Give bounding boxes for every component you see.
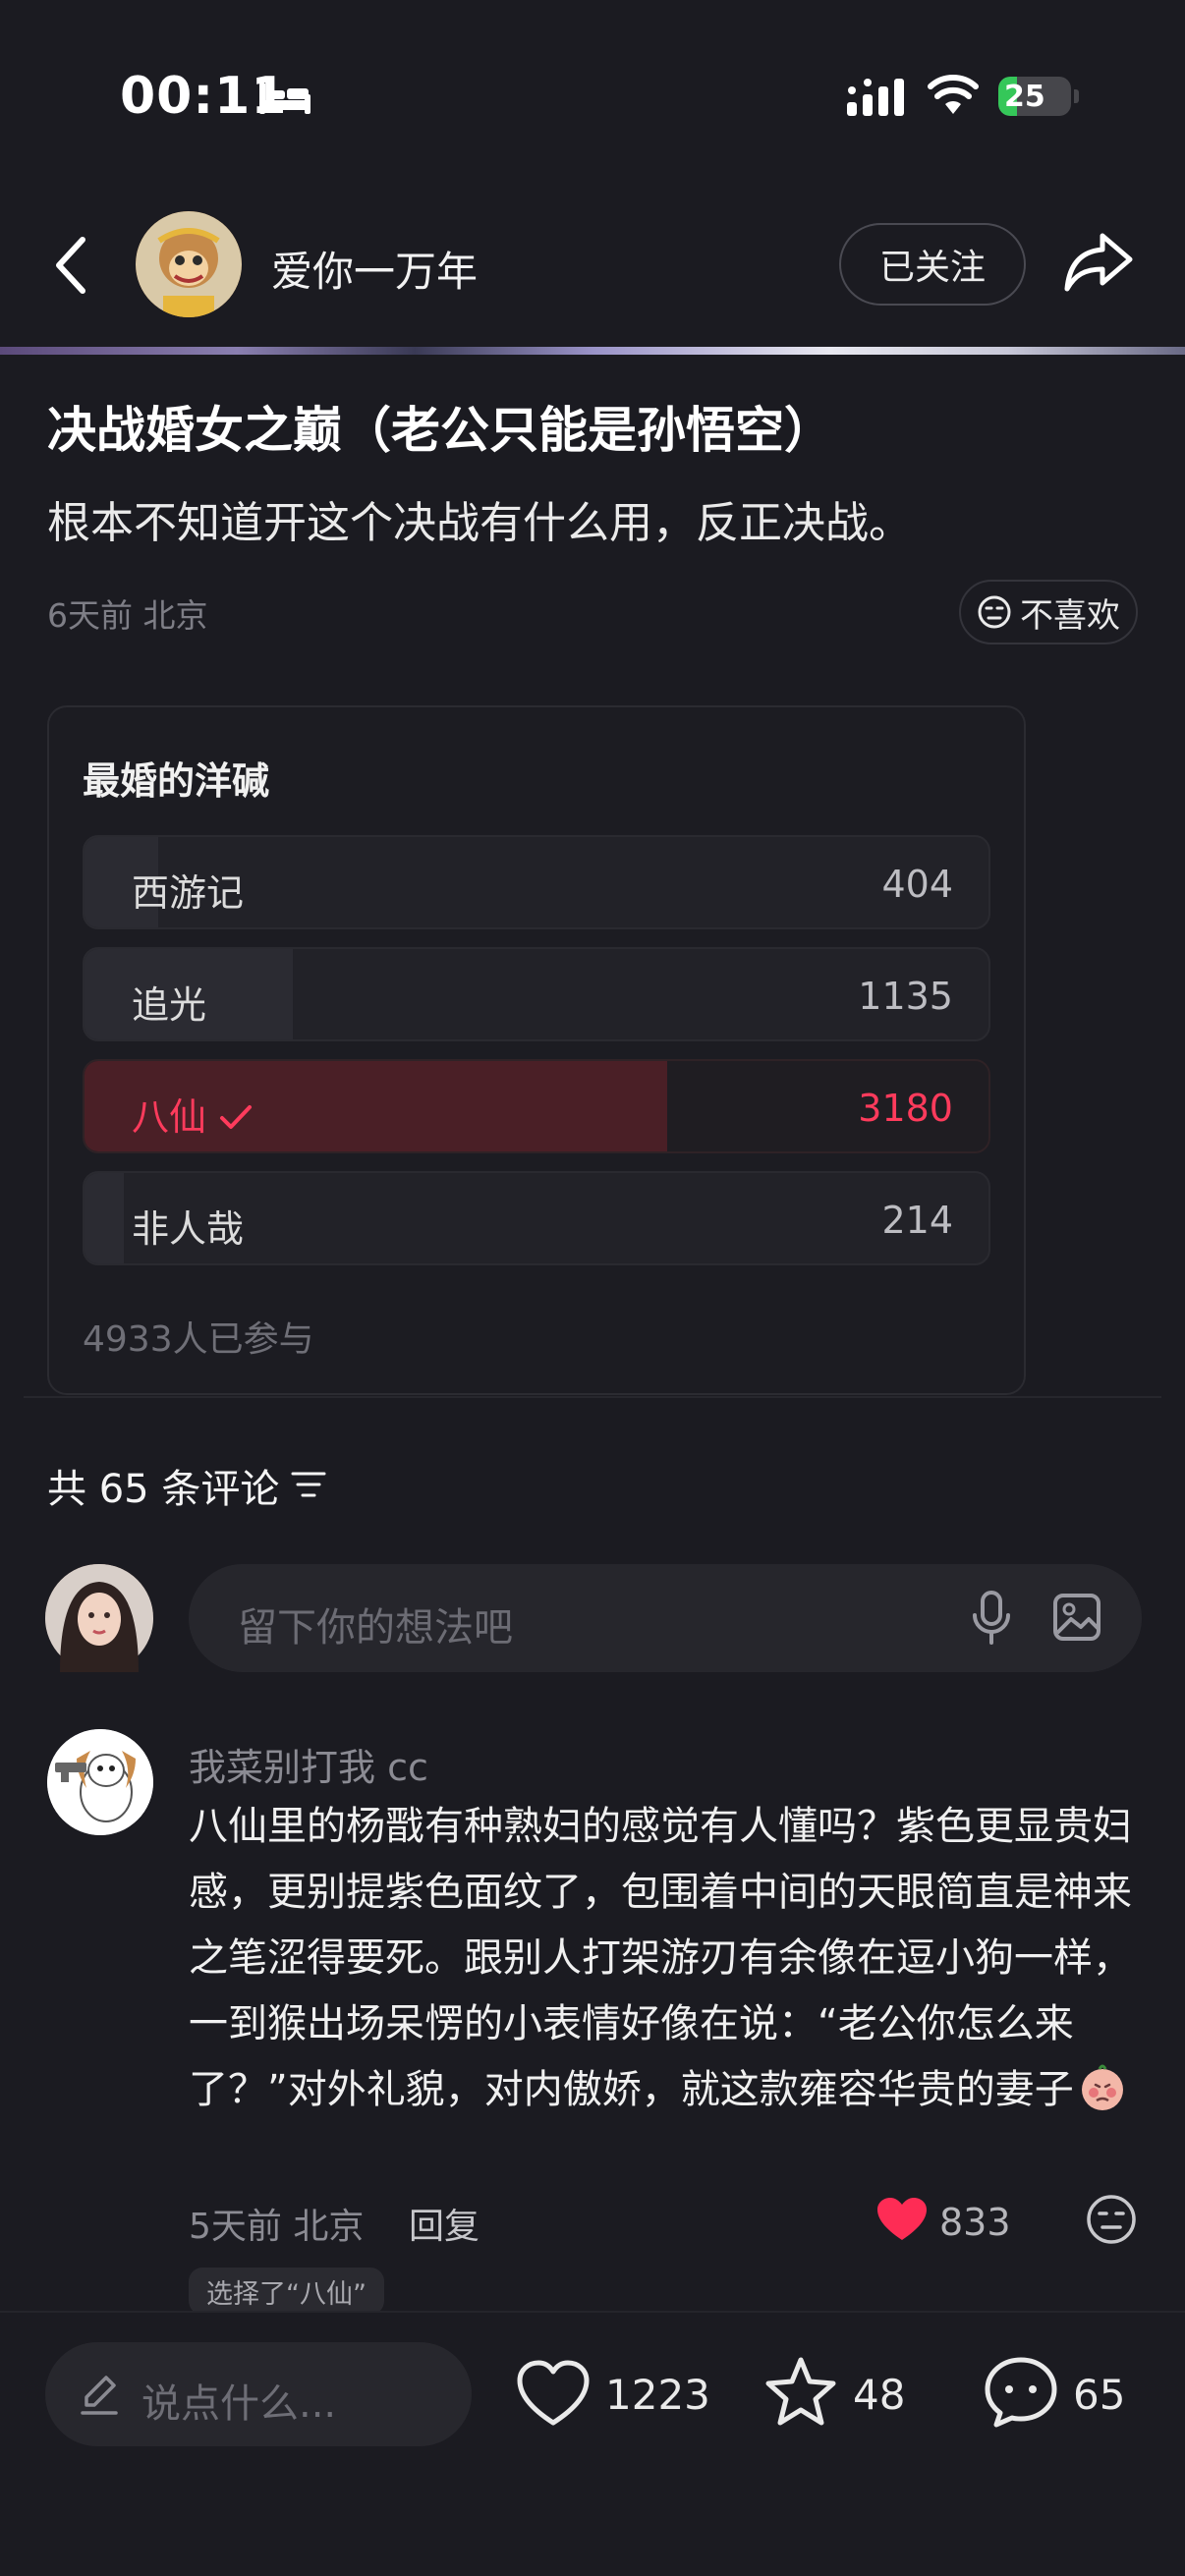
poll-option-count: 214 xyxy=(881,1199,953,1242)
wifi-icon xyxy=(928,75,979,114)
comment-text: 八仙里的杨戬有种熟妇的感觉有人懂吗？紫色更显贵妇感，更别提紫色面纹了，包围着中间… xyxy=(189,1794,1132,2123)
say-something-placeholder: 说点什么... xyxy=(141,2381,337,2427)
shy-face-emoji-icon xyxy=(1081,2064,1123,2110)
poll-title: 最婚的洋碱 xyxy=(83,759,270,803)
meh-face-icon xyxy=(978,595,1011,629)
comment-input-placeholder: 留下你的想法吧 xyxy=(238,1605,513,1651)
dislike-button[interactable]: 不喜欢 xyxy=(959,580,1138,644)
poll-choice-tag: 选择了“八仙” xyxy=(189,2268,384,2315)
author-avatar[interactable] xyxy=(136,211,242,317)
comment-meta: 5天前 北京 xyxy=(189,2207,365,2247)
reply-button[interactable]: 回复 xyxy=(409,2198,480,2249)
share-icon[interactable] xyxy=(1063,230,1134,293)
poll-option[interactable]: 追光 1135 xyxy=(83,947,990,1041)
poll-option-label-wrap: 八仙 xyxy=(132,1087,255,1141)
poll-option-label: 西游记 xyxy=(132,871,245,915)
poll-option-label: 八仙 xyxy=(132,1095,207,1139)
post-meta: 6天前 北京 xyxy=(47,596,208,635)
poll-option-label: 追光 xyxy=(132,983,207,1027)
commenter-avatar[interactable] xyxy=(47,1729,153,1835)
like-heart-icon[interactable] xyxy=(515,2356,592,2433)
comment-body: 八仙里的杨戬有种熟妇的感觉有人懂吗？紫色更显贵妇感，更别提紫色面纹了，包围着中间… xyxy=(189,1804,1132,2112)
poll-option[interactable]: 西游记 404 xyxy=(83,835,990,929)
follow-button[interactable]: 已关注 xyxy=(839,223,1026,306)
comment-input[interactable]: 留下你的想法吧 xyxy=(189,1564,1142,1672)
poll-option-fill xyxy=(85,1173,124,1263)
heart-filled-icon[interactable] xyxy=(875,2195,930,2244)
poll-option-label: 非人哉 xyxy=(132,1207,245,1251)
section-divider xyxy=(24,1396,1161,1398)
sleep-focus-icon xyxy=(259,83,310,114)
banner-image-strip xyxy=(0,347,1185,355)
cellular-signal-icon xyxy=(847,79,904,116)
battery-percent: 25 xyxy=(1004,80,1045,114)
poll-option-count: 404 xyxy=(881,863,953,906)
pencil-icon xyxy=(81,2376,118,2415)
comment-like-count: 833 xyxy=(939,2201,1011,2244)
post-body: 根本不知道开这个决战有什么用，反正决战。 xyxy=(47,498,912,548)
post-like-count: 1223 xyxy=(605,2371,710,2419)
current-user-avatar xyxy=(45,1564,153,1672)
post-comment-count: 65 xyxy=(1073,2371,1126,2419)
battery-indicator: 25 xyxy=(998,77,1079,116)
post-favorite-count: 48 xyxy=(853,2371,906,2419)
back-arrow-icon[interactable] xyxy=(49,234,92,297)
meh-face-icon[interactable] xyxy=(1085,2193,1138,2246)
say-something-input[interactable]: 说点什么... xyxy=(45,2342,472,2446)
comment-bubble-icon[interactable] xyxy=(983,2354,1059,2431)
dislike-label: 不喜欢 xyxy=(1020,595,1120,636)
commenter-name[interactable]: 我菜别打我 cc xyxy=(189,1737,428,1791)
poll-option-count: 3180 xyxy=(858,1087,953,1130)
checkmark-icon xyxy=(220,1105,253,1129)
post-title: 决战婚女之巅（老公只能是孙悟空） xyxy=(47,402,833,459)
sort-filter-icon[interactable] xyxy=(289,1468,328,1501)
comments-count-header: 共 65 条评论 xyxy=(47,1467,280,1512)
author-name[interactable]: 爱你一万年 xyxy=(271,239,478,299)
favorite-star-icon[interactable] xyxy=(762,2354,839,2431)
microphone-icon[interactable] xyxy=(969,1590,1014,1647)
poll-option-count: 1135 xyxy=(858,975,953,1018)
poll-option-selected[interactable]: 八仙 3180 xyxy=(83,1059,990,1153)
poll-card xyxy=(47,705,1026,1395)
poll-participants: 4933人已参与 xyxy=(83,1319,314,1360)
image-upload-icon[interactable] xyxy=(1051,1592,1102,1643)
poll-option[interactable]: 非人哉 214 xyxy=(83,1171,990,1265)
